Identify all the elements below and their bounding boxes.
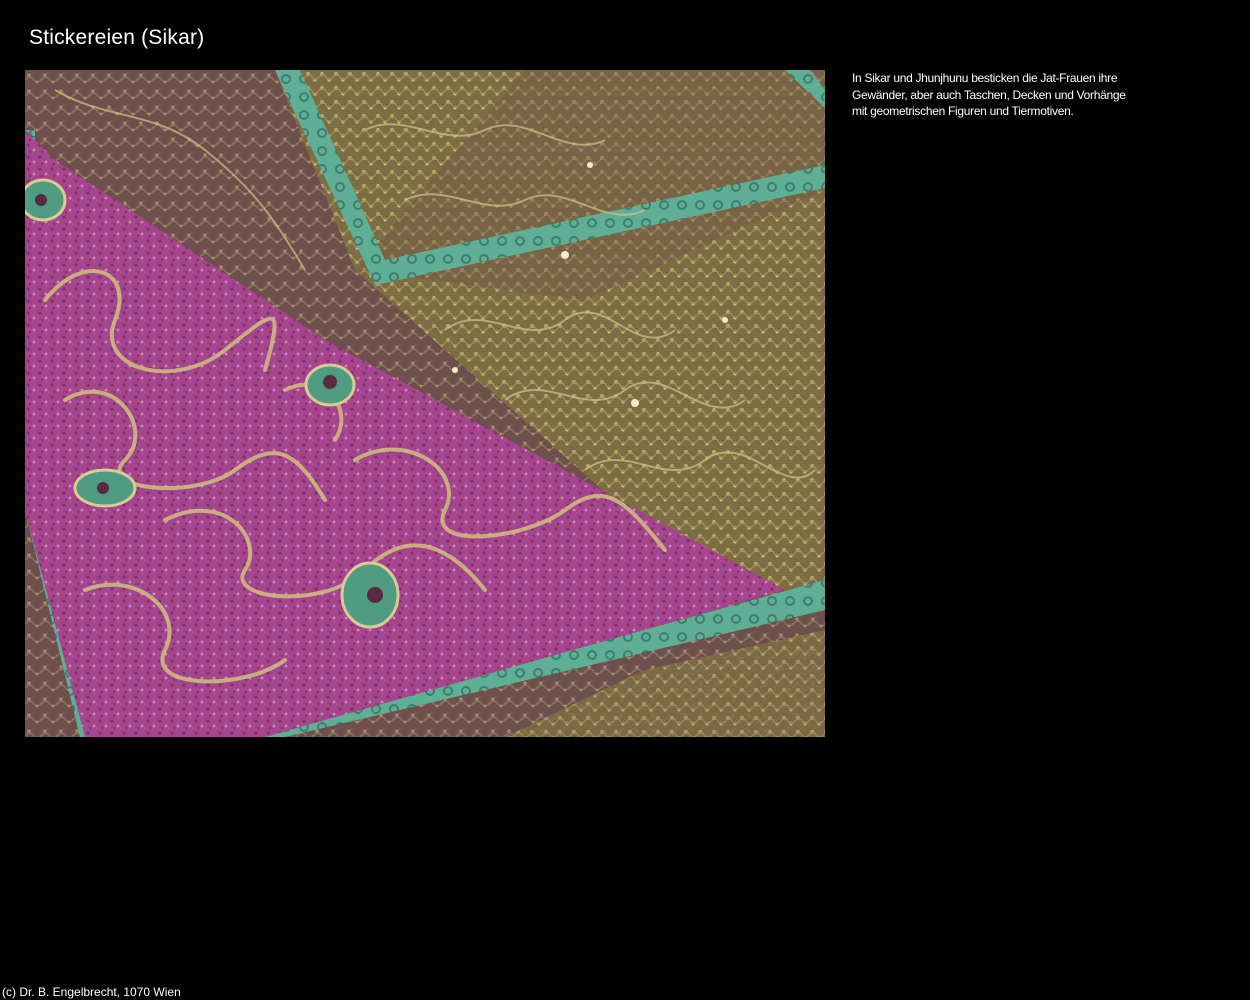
caption-line: In Sikar und Jhunjhunu besticken die Jat… [852,71,1118,85]
caption-text: In Sikar und Jhunjhunu besticken die Jat… [852,70,1182,120]
caption-line: mit geometrischen Figuren und Tiermotive… [852,104,1074,118]
copyright-notice: (c) Dr. B. Engelbrecht, 1070 Wien [2,985,181,999]
embroidery-photo [25,70,825,737]
caption-line: Gewänder, aber auch Taschen, Decken und … [852,87,1126,102]
page-title: Stickereien (Sikar) [29,26,205,49]
